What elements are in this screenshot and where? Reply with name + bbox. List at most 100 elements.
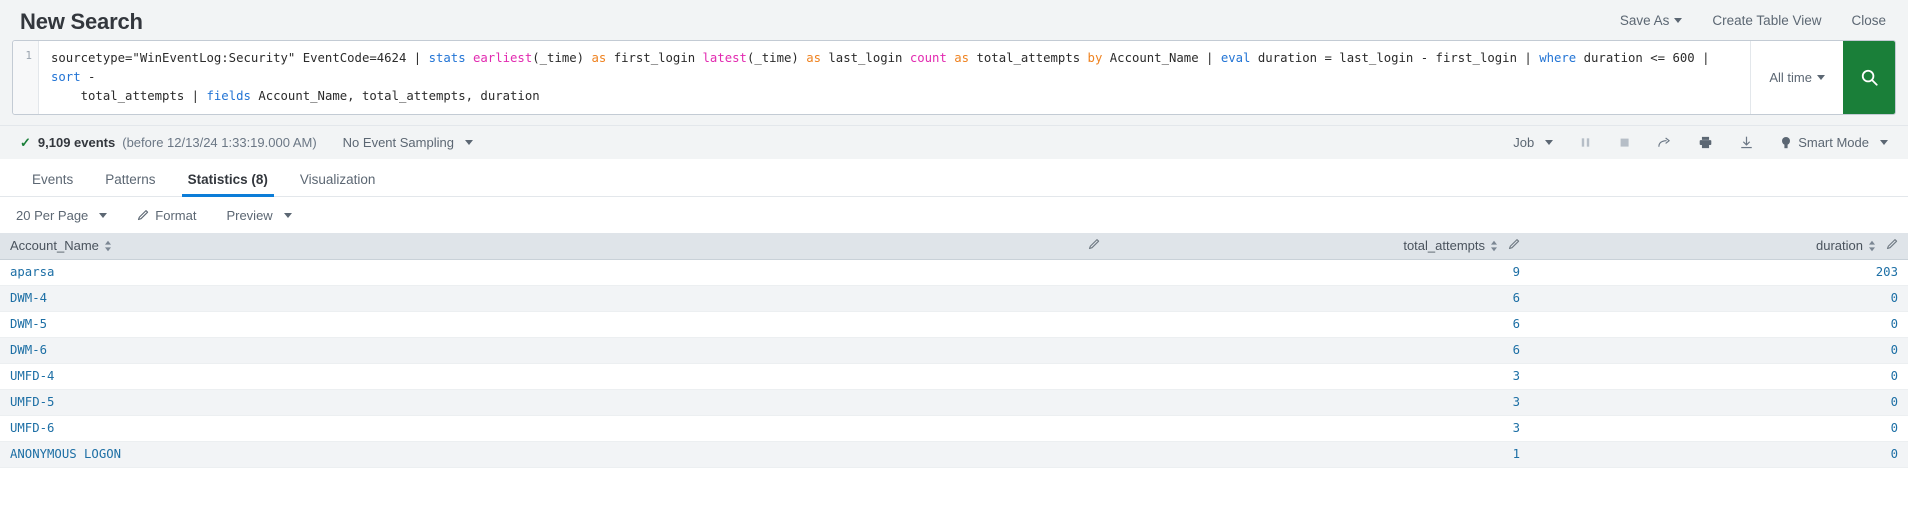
column-header-duration[interactable]: duration — [1530, 233, 1908, 260]
column-header-account-name[interactable]: Account_Name — [0, 233, 1110, 260]
table-row: DWM-5 6 0 — [0, 311, 1908, 338]
per-page-label: 20 Per Page — [16, 207, 89, 223]
results-table: Account_Name total_attempts duration apa… — [0, 233, 1908, 468]
cell-duration[interactable]: 0 — [1530, 311, 1908, 338]
table-header-row: Account_Name total_attempts duration — [0, 233, 1908, 260]
account-name-link[interactable]: UMFD-6 — [10, 421, 54, 435]
column-header-total-attempts[interactable]: total_attempts — [1110, 233, 1530, 260]
query-token: stats — [428, 51, 473, 65]
query-token: where — [1539, 51, 1584, 65]
tab-visualization[interactable]: Visualization — [284, 172, 392, 196]
pause-icon[interactable] — [1579, 136, 1592, 149]
search-mode-label: Smart Mode — [1798, 135, 1869, 151]
close-button[interactable]: Close — [1851, 13, 1886, 28]
query-token: count — [909, 51, 955, 65]
event-sampling-dropdown[interactable]: No Event Sampling — [343, 135, 473, 150]
query-token: earliest — [473, 51, 533, 65]
table-row: ANONYMOUS LOGON 1 0 — [0, 441, 1908, 468]
format-button[interactable]: Format — [137, 208, 196, 223]
per-page-dropdown[interactable]: 20 Per Page — [16, 207, 108, 223]
account-name-link[interactable]: UMFD-5 — [10, 395, 54, 409]
sort-toggle-duration[interactable] — [1868, 240, 1876, 252]
cell-duration[interactable]: 0 — [1530, 285, 1908, 312]
time-range-picker[interactable]: All time — [1750, 41, 1843, 115]
column-label-account-name: Account_Name — [10, 238, 99, 254]
chevron-down-icon — [99, 212, 108, 218]
create-table-view-button[interactable]: Create Table View — [1712, 13, 1821, 28]
pencil-icon — [138, 210, 149, 221]
cell-total-attempts[interactable]: 6 — [1110, 311, 1530, 338]
save-as-button[interactable]: Save As — [1620, 13, 1683, 28]
save-as-label: Save As — [1619, 12, 1670, 28]
cell-total-attempts[interactable]: 6 — [1110, 337, 1530, 364]
format-label: Format — [155, 207, 197, 223]
stop-icon[interactable] — [1618, 136, 1631, 149]
header-actions: Save As Create Table View Close — [1620, 13, 1886, 28]
line-number-gutter: 1 — [13, 41, 39, 115]
cell-duration[interactable]: 203 — [1530, 259, 1908, 286]
cell-account-name: UMFD-4 — [0, 363, 1110, 390]
preview-label: Preview — [226, 207, 273, 223]
query-token: sort — [51, 70, 89, 85]
account-name-link[interactable]: aparsa — [10, 265, 54, 279]
query-token: (_time) — [746, 51, 807, 65]
cell-account-name: ANONYMOUS LOGON — [0, 441, 1110, 468]
account-name-link[interactable]: ANONYMOUS LOGON — [10, 447, 121, 461]
query-token: last_login — [828, 51, 910, 65]
cell-duration[interactable]: 0 — [1530, 441, 1908, 468]
run-search-button[interactable] — [1843, 41, 1895, 115]
cell-account-name: UMFD-6 — [0, 415, 1110, 442]
tab-statistics[interactable]: Statistics (8) — [172, 172, 284, 198]
cell-total-attempts[interactable]: 1 — [1110, 441, 1530, 468]
cell-total-attempts[interactable]: 6 — [1110, 285, 1530, 312]
cell-account-name: aparsa — [0, 259, 1110, 286]
preview-dropdown[interactable]: Preview — [226, 207, 292, 223]
tab-events[interactable]: Events — [16, 172, 89, 196]
query-token: as — [806, 51, 829, 65]
table-row: DWM-6 6 0 — [0, 337, 1908, 364]
sort-toggle-account-name[interactable] — [104, 240, 112, 252]
cell-duration[interactable]: 0 — [1530, 363, 1908, 390]
sort-toggle-total-attempts[interactable] — [1490, 240, 1498, 252]
pencil-icon — [1088, 239, 1100, 250]
query-token: (_time) — [532, 51, 592, 65]
cell-total-attempts[interactable]: 3 — [1110, 415, 1530, 442]
query-token: total_attempts — [976, 51, 1088, 65]
query-token: eval — [1220, 51, 1258, 65]
search-bar[interactable]: 1 sourcetype="WinEventLog:Security" Even… — [12, 40, 1896, 116]
account-name-link[interactable]: UMFD-4 — [10, 369, 54, 383]
cell-duration[interactable]: 0 — [1530, 337, 1908, 364]
share-icon[interactable] — [1657, 135, 1672, 150]
chevron-down-icon — [1817, 75, 1825, 81]
search-query-input[interactable]: sourcetype="WinEventLog:Security" EventC… — [39, 41, 1750, 114]
edit-column-total-attempts[interactable] — [1508, 238, 1520, 253]
account-name-link[interactable]: DWM-5 — [10, 317, 47, 331]
edit-column-duration[interactable] — [1886, 238, 1898, 253]
app-header: New Search Save As Create Table View Clo… — [0, 0, 1908, 40]
cell-duration[interactable]: 0 — [1530, 389, 1908, 416]
table-row: aparsa 9 203 — [0, 259, 1908, 286]
search-mode-dropdown[interactable]: Smart Mode — [1780, 135, 1888, 150]
job-label: Job — [1513, 135, 1535, 151]
cell-total-attempts[interactable]: 3 — [1110, 363, 1530, 390]
column-label-total-attempts: total_attempts — [1403, 238, 1485, 254]
time-range-label: All time — [1769, 70, 1812, 86]
page-title: New Search — [20, 9, 143, 34]
chevron-down-icon — [1880, 140, 1888, 146]
edit-column-account-name[interactable] — [1074, 238, 1100, 253]
account-name-link[interactable]: DWM-6 — [10, 343, 47, 357]
print-icon[interactable] — [1698, 135, 1713, 150]
check-icon: ✓ — [20, 134, 31, 150]
cell-duration[interactable]: 0 — [1530, 415, 1908, 442]
tab-patterns[interactable]: Patterns — [89, 172, 171, 196]
export-icon[interactable] — [1739, 135, 1754, 150]
cell-account-name: DWM-6 — [0, 337, 1110, 364]
table-row: UMFD-5 3 0 — [0, 389, 1908, 416]
query-token: sourcetype="WinEventLog:Security" EventC… — [51, 51, 429, 65]
table-row: DWM-4 6 0 — [0, 285, 1908, 312]
cell-total-attempts[interactable]: 9 — [1110, 259, 1530, 286]
cell-total-attempts[interactable]: 3 — [1110, 389, 1530, 416]
account-name-link[interactable]: DWM-4 — [10, 291, 47, 305]
job-dropdown[interactable]: Job — [1513, 135, 1554, 151]
event-count-value: 9,109 events — [37, 135, 116, 151]
